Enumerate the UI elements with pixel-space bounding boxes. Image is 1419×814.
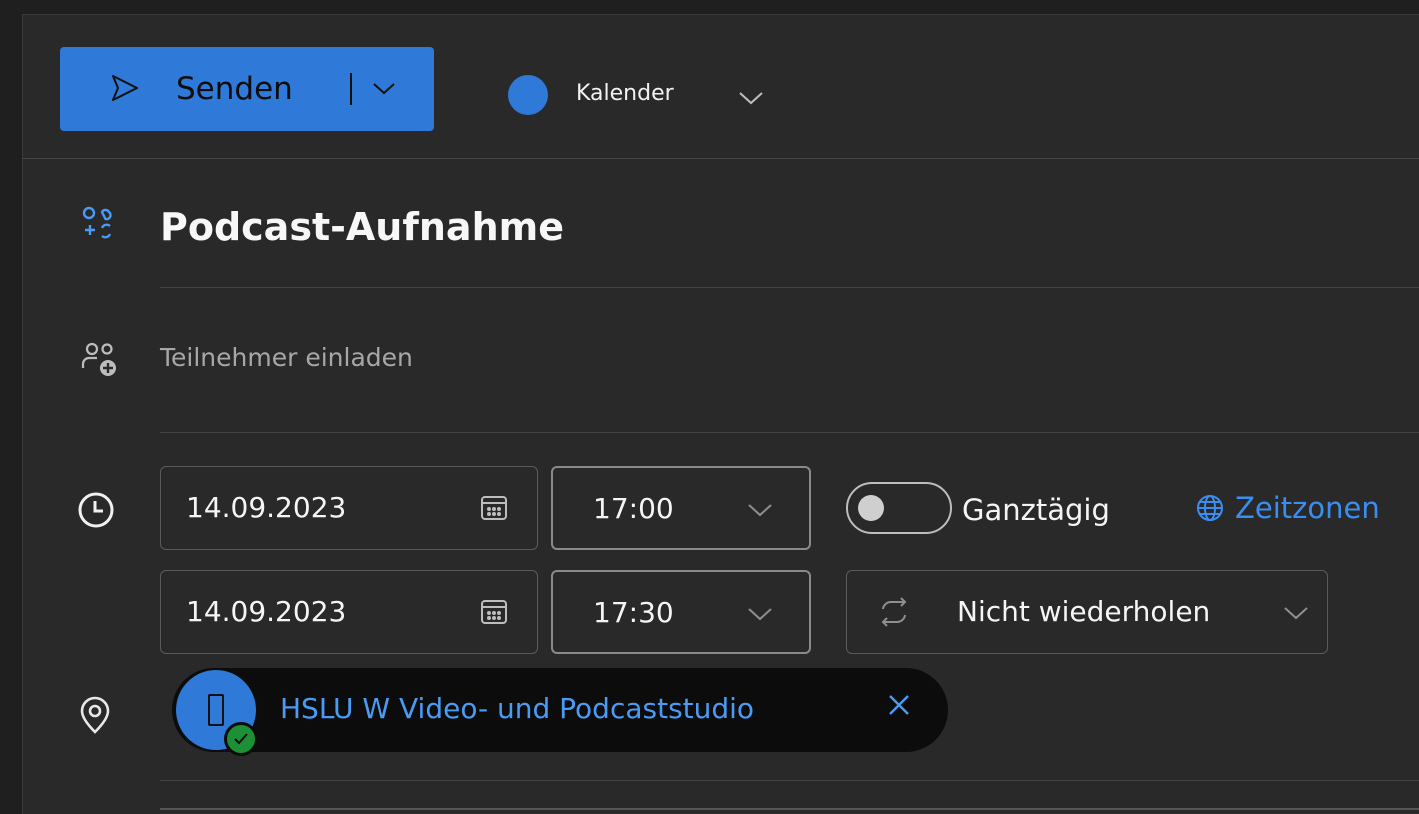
attendees-underline	[160, 432, 1419, 433]
end-date-field[interactable]: 14.09.2023	[160, 570, 538, 654]
calendar-chevron-down-icon[interactable]	[738, 90, 764, 110]
send-options-chevron-icon[interactable]	[372, 81, 396, 101]
clock-icon	[76, 490, 116, 534]
repeat-icon	[877, 595, 911, 633]
calendar-icon[interactable]	[479, 597, 509, 631]
end-date-value: 14.09.2023	[186, 595, 347, 628]
all-day-label: Ganztägig	[962, 493, 1110, 527]
end-time-field[interactable]: 17:30	[551, 570, 811, 654]
toggle-knob	[858, 495, 884, 521]
send-button[interactable]: Senden	[60, 47, 434, 131]
calendar-color-dot[interactable]	[508, 75, 548, 115]
send-icon	[110, 73, 140, 107]
start-date-field[interactable]: 14.09.2023	[160, 466, 538, 550]
chevron-down-icon	[1283, 605, 1309, 625]
globe-icon[interactable]	[1195, 493, 1225, 527]
location-pin-icon	[78, 696, 112, 740]
location-room-chip[interactable]: HSLU W Video- und Podcaststudio	[172, 668, 948, 756]
toolbar-divider	[22, 158, 1419, 159]
start-time-value: 17:00	[593, 492, 674, 525]
repeat-dropdown[interactable]: Nicht wiederholen	[846, 570, 1328, 654]
start-date-value: 14.09.2023	[186, 491, 347, 524]
event-category-icon[interactable]	[80, 204, 116, 244]
attendees-input[interactable]: Teilnehmer einladen	[160, 340, 413, 376]
send-split-divider	[350, 73, 352, 105]
chevron-down-icon[interactable]	[747, 502, 773, 522]
all-day-toggle[interactable]	[846, 482, 952, 534]
next-field-border	[160, 808, 1419, 810]
send-label: Senden	[176, 71, 293, 107]
title-underline	[160, 287, 1419, 288]
available-status-icon	[224, 722, 258, 756]
location-name: HSLU W Video- und Podcaststudio	[280, 692, 755, 725]
event-title-input[interactable]: Podcast-Aufnahme	[160, 202, 564, 252]
end-time-value: 17:30	[593, 596, 674, 629]
chevron-down-icon[interactable]	[747, 606, 773, 626]
add-attendees-icon	[80, 340, 120, 384]
door-icon	[208, 694, 224, 726]
calendar-selector-label[interactable]: Kalender	[576, 79, 674, 109]
calendar-icon[interactable]	[479, 493, 509, 527]
location-underline	[160, 780, 1419, 781]
start-time-field[interactable]: 17:00	[551, 466, 811, 550]
timezones-link[interactable]: Zeitzonen	[1235, 489, 1380, 527]
close-icon[interactable]	[884, 690, 914, 724]
repeat-value: Nicht wiederholen	[957, 595, 1211, 628]
